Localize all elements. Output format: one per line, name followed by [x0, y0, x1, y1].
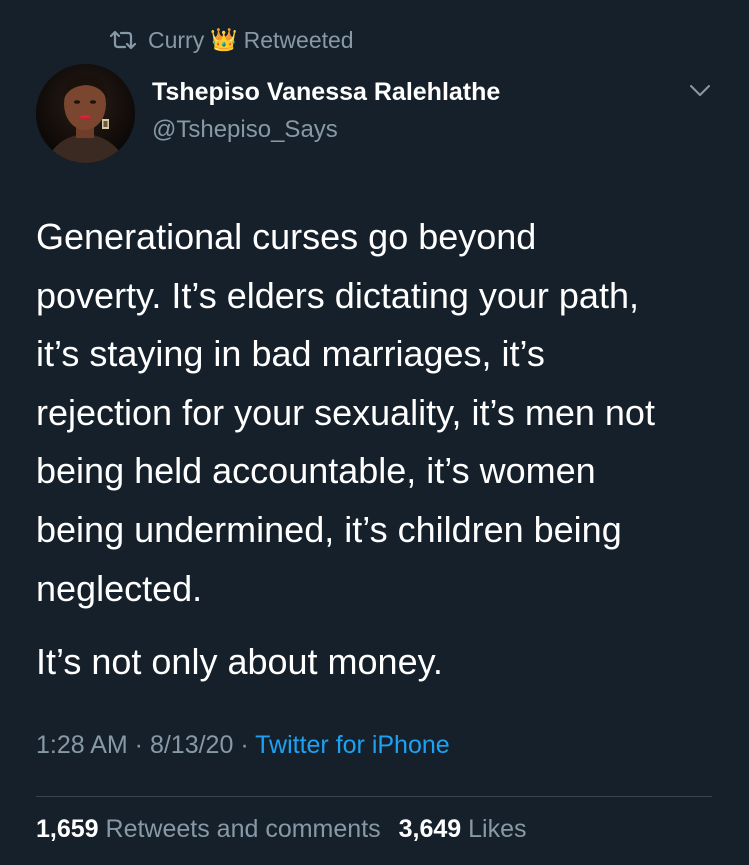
tweet-second-paragraph: It’s not only about money. [36, 641, 443, 682]
retweets-label: Retweets and comments [105, 815, 381, 843]
profile-photo-icon [36, 64, 135, 163]
likes-count: 3,649 [398, 815, 462, 843]
tweet-text: Generational curses go beyond poverty. I… [36, 208, 726, 618]
divider [36, 796, 712, 797]
likes-label: Likes [468, 815, 527, 843]
tweet-line: it’s staying in bad marriages, it’s [36, 333, 545, 375]
retweet-icon [109, 30, 137, 50]
chevron-down-icon[interactable] [689, 84, 711, 98]
crown-emoji: 👑 [210, 27, 238, 52]
tweet-stats: 1,659 Retweets and comments 3,649 Likes [36, 815, 527, 844]
tweet-line: neglected. [36, 567, 203, 609]
tweet-date[interactable]: 8/13/20 [150, 731, 233, 759]
tweet-line: rejection for your sexuality, it’s men n… [36, 391, 655, 433]
tweet-line: being undermined, it’s children being [36, 508, 622, 550]
avatar[interactable] [36, 64, 135, 163]
tweet-line: Generational curses go beyond [36, 216, 537, 257]
retweets-count: 1,659 [36, 815, 99, 843]
retweets-stat[interactable]: 1,659 Retweets and comments [36, 815, 381, 843]
tweet-time[interactable]: 1:28 AM [36, 731, 128, 759]
retweet-banner: Curry 👑 Retweeted [108, 24, 354, 56]
author-display-name[interactable]: Tshepiso Vanessa Ralehlathe [152, 78, 500, 107]
tweet-line: poverty. It’s elders dictating your path… [36, 274, 639, 316]
retweet-action-label: Retweeted [243, 26, 354, 53]
author-handle[interactable]: @Tshepiso_Says [152, 116, 338, 144]
likes-stat[interactable]: 3,649 Likes [399, 815, 527, 843]
tweet-line: being held accountable, it’s women [36, 450, 596, 492]
tweet-meta: 1:28 AM · 8/13/20 · Twitter for iPhone [36, 731, 450, 760]
meta-separator: · [233, 731, 256, 759]
tweet-source-link[interactable]: Twitter for iPhone [255, 731, 450, 759]
meta-separator: · [127, 731, 150, 759]
retweeter-name[interactable]: Curry [148, 27, 204, 54]
